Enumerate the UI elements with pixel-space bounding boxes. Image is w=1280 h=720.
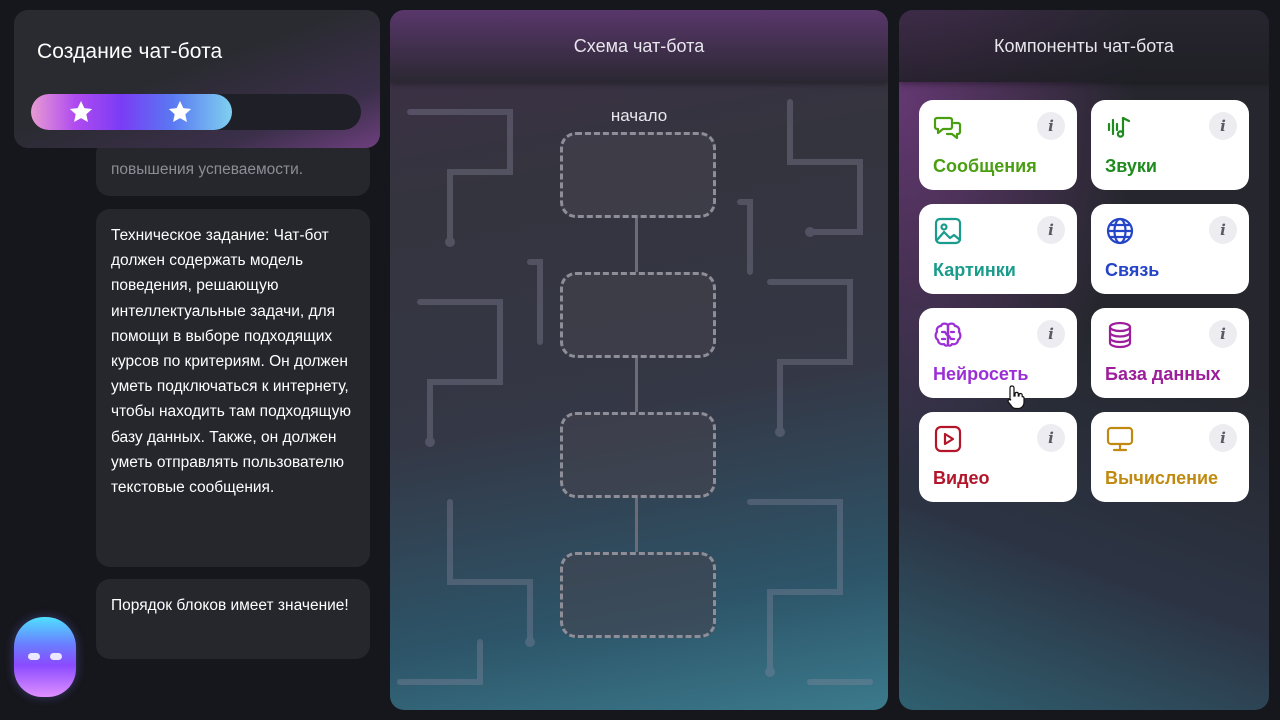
hand-cursor-icon bbox=[1007, 385, 1025, 410]
components-panel: Компоненты чат-бота i Сообщения i Звуки bbox=[899, 10, 1269, 710]
left-column: повышения успеваемости. Создание чат-бот… bbox=[0, 0, 390, 720]
image-icon bbox=[933, 216, 963, 246]
component-neural-network[interactable]: i Нейросеть bbox=[919, 308, 1077, 398]
task-message-text: Техническое задание: Чат-бот должен соде… bbox=[111, 227, 351, 497]
slot-connector bbox=[635, 498, 638, 552]
component-images[interactable]: i Картинки bbox=[919, 204, 1077, 294]
component-messages[interactable]: i Сообщения bbox=[919, 100, 1077, 190]
drop-slot-2[interactable] bbox=[560, 272, 716, 358]
component-computation[interactable]: i Вычисление bbox=[1091, 412, 1249, 502]
start-label: начало bbox=[610, 106, 668, 125]
info-button[interactable]: i bbox=[1037, 424, 1065, 452]
star-icon bbox=[167, 99, 193, 125]
star-icon bbox=[68, 99, 94, 125]
component-label: Вычисление bbox=[1105, 468, 1219, 488]
info-button[interactable]: i bbox=[1209, 216, 1237, 244]
component-label: Сообщения bbox=[933, 156, 1037, 176]
components-title: Компоненты чат-бота bbox=[994, 35, 1174, 56]
progress-fill bbox=[31, 94, 233, 130]
info-button[interactable]: i bbox=[1209, 424, 1237, 452]
component-database[interactable]: i База данных bbox=[1091, 308, 1249, 398]
chat-bubbles-icon bbox=[933, 112, 963, 142]
info-button[interactable]: i bbox=[1209, 112, 1237, 140]
info-button[interactable]: i bbox=[1037, 320, 1065, 348]
scheme-title: Схема чат-бота bbox=[573, 35, 705, 56]
slot-connector bbox=[635, 218, 638, 272]
component-label: Картинки bbox=[933, 260, 1016, 280]
drop-slot-4[interactable] bbox=[560, 552, 716, 638]
component-label: База данных bbox=[1105, 364, 1221, 384]
components-header: Компоненты чат-бота bbox=[899, 10, 1269, 82]
avatar-eye bbox=[50, 653, 62, 660]
component-label: Нейросеть bbox=[933, 364, 1029, 384]
info-button[interactable]: i bbox=[1037, 216, 1065, 244]
slot-connector bbox=[635, 358, 638, 412]
component-label: Видео bbox=[933, 468, 990, 488]
progress-bar bbox=[31, 94, 361, 130]
info-button[interactable]: i bbox=[1209, 320, 1237, 348]
task-message-card: Техническое задание: Чат-бот должен соде… bbox=[96, 209, 370, 567]
title-card: Создание чат-бота bbox=[14, 10, 380, 148]
component-connection[interactable]: i Связь bbox=[1091, 204, 1249, 294]
database-icon bbox=[1105, 320, 1135, 350]
previous-message-text: повышения успеваемости. bbox=[111, 161, 304, 178]
drop-slot-3[interactable] bbox=[560, 412, 716, 498]
drop-slot-1[interactable] bbox=[560, 132, 716, 218]
hint-message-card: Порядок блоков имеет значение! bbox=[96, 579, 370, 659]
scheme-panel: Схема чат-бота начало bbox=[390, 10, 888, 710]
assistant-avatar[interactable] bbox=[14, 617, 76, 697]
computer-icon bbox=[1105, 424, 1135, 454]
component-label: Связь bbox=[1105, 260, 1160, 280]
play-video-icon bbox=[933, 424, 963, 454]
globe-icon bbox=[1105, 216, 1135, 246]
hint-message-text: Порядок блоков имеет значение! bbox=[111, 597, 349, 614]
scheme-header: Схема чат-бота bbox=[390, 10, 888, 82]
component-sounds[interactable]: i Звуки bbox=[1091, 100, 1249, 190]
component-label: Звуки bbox=[1105, 156, 1157, 176]
component-video[interactable]: i Видео bbox=[919, 412, 1077, 502]
previous-message-card: повышения успеваемости. bbox=[96, 140, 370, 196]
page-title: Создание чат-бота bbox=[37, 40, 223, 63]
avatar-eye bbox=[28, 653, 40, 660]
info-button[interactable]: i bbox=[1037, 112, 1065, 140]
sound-wave-icon bbox=[1105, 112, 1135, 142]
brain-icon bbox=[933, 320, 963, 350]
